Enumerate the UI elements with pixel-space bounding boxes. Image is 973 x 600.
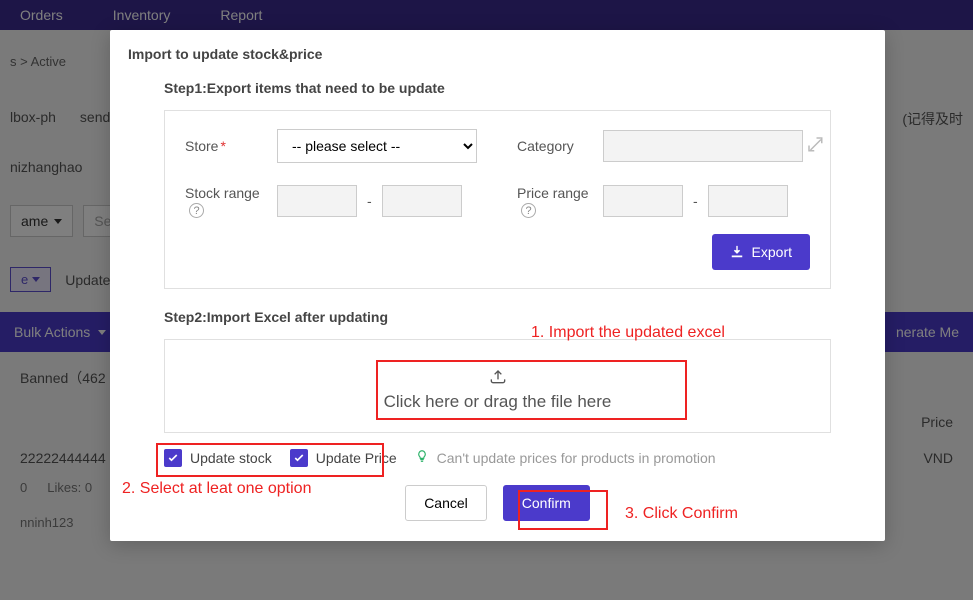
upload-icon bbox=[488, 366, 508, 386]
promotion-hint: Can't update prices for products in prom… bbox=[415, 449, 716, 466]
check-icon bbox=[167, 452, 179, 464]
category-label: Category bbox=[517, 138, 603, 154]
step1-box: Store* -- please select -- Category Stoc… bbox=[164, 110, 831, 289]
drop-text: Click here or drag the file here bbox=[384, 392, 612, 411]
update-stock-checkbox[interactable]: Update stock bbox=[164, 449, 272, 467]
store-label: Store* bbox=[185, 138, 277, 154]
export-button[interactable]: Export bbox=[712, 234, 810, 270]
download-icon bbox=[730, 245, 744, 259]
stock-range-label: Stock range? bbox=[185, 185, 277, 218]
lightbulb-icon bbox=[415, 449, 429, 466]
import-stock-price-modal: Import to update stock&price Step1:Expor… bbox=[110, 30, 885, 541]
check-icon bbox=[293, 452, 305, 464]
step1-title: Step1:Export items that need to be updat… bbox=[164, 80, 831, 96]
stock-range-min[interactable] bbox=[277, 185, 357, 217]
step2-title: Step2:Import Excel after updating bbox=[164, 309, 831, 325]
price-range-label: Price range? bbox=[517, 185, 603, 218]
help-icon[interactable]: ? bbox=[189, 203, 204, 218]
stock-range-max[interactable] bbox=[382, 185, 462, 217]
category-clear-icon[interactable] bbox=[806, 135, 824, 158]
update-options-row: Update stock Update Price Can't update p… bbox=[164, 433, 831, 485]
price-range-min[interactable] bbox=[603, 185, 683, 217]
dash: - bbox=[367, 193, 372, 209]
modal-actions: Cancel Confirm bbox=[164, 485, 831, 521]
category-input[interactable] bbox=[603, 130, 803, 162]
file-drop-area[interactable]: Click here or drag the file here bbox=[164, 339, 831, 433]
confirm-button[interactable]: Confirm bbox=[503, 485, 590, 521]
modal-title: Import to update stock&price bbox=[110, 30, 885, 72]
price-range-max[interactable] bbox=[708, 185, 788, 217]
store-select[interactable]: -- please select -- bbox=[277, 129, 477, 163]
cancel-button[interactable]: Cancel bbox=[405, 485, 487, 521]
dash: - bbox=[693, 193, 698, 209]
help-icon[interactable]: ? bbox=[521, 203, 536, 218]
update-price-checkbox[interactable]: Update Price bbox=[290, 449, 397, 467]
